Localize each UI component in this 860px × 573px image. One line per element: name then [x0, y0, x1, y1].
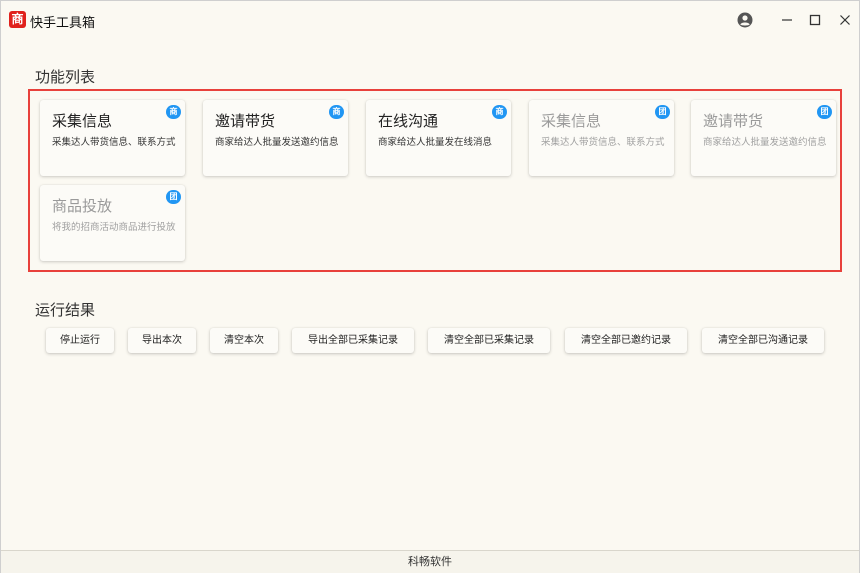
function-list-title: 功能列表 — [35, 68, 96, 86]
card-description: 采集达人带货信息、联系方式 — [541, 137, 665, 148]
stop-run-button[interactable]: 停止运行 — [46, 328, 114, 353]
function-card-online-chat[interactable]: 在线沟通 商家给达人批量发在线消息 商 — [366, 100, 511, 176]
card-description: 采集达人带货信息、联系方式 — [52, 137, 176, 148]
app-title: 快手工具箱 — [30, 16, 96, 31]
function-card-invite-sales[interactable]: 邀请带货 商家给达人批量发送邀约信息 商 — [203, 100, 348, 176]
close-icon[interactable] — [835, 10, 855, 30]
clear-all-invited-button[interactable]: 清空全部已邀约记录 — [565, 328, 687, 353]
card-title: 在线沟通 — [378, 112, 439, 130]
group-badge: 团 — [817, 105, 832, 119]
card-description: 商家给达人批量发送邀约信息 — [215, 137, 339, 148]
merchant-badge: 商 — [329, 105, 344, 119]
function-list-panel: 采集信息 采集达人带货信息、联系方式 商 邀请带货 商家给达人批量发送邀约信息 … — [28, 89, 842, 272]
card-description: 将我的招商活动商品进行投放 — [52, 222, 176, 233]
card-title: 邀请带货 — [215, 112, 276, 130]
card-title: 采集信息 — [52, 112, 113, 130]
group-badge: 团 — [166, 190, 181, 204]
title-bar: 商 快手工具箱 — [1, 1, 859, 39]
function-card-collect-info[interactable]: 采集信息 采集达人带货信息、联系方式 商 — [40, 100, 185, 176]
footer-bar: 科畅软件 — [1, 550, 859, 573]
merchant-badge: 商 — [166, 105, 181, 119]
clear-all-collected-button[interactable]: 清空全部已采集记录 — [428, 328, 550, 353]
function-card-collect-info-group[interactable]: 采集信息 采集达人带货信息、联系方式 团 — [529, 100, 674, 176]
export-current-button[interactable]: 导出本次 — [128, 328, 196, 353]
function-card-invite-sales-group[interactable]: 邀请带货 商家给达人批量发送邀约信息 团 — [691, 100, 836, 176]
clear-all-chatted-button[interactable]: 清空全部已沟通记录 — [702, 328, 824, 353]
merchant-badge: 商 — [492, 105, 507, 119]
clear-current-button[interactable]: 清空本次 — [210, 328, 278, 353]
account-icon[interactable] — [735, 10, 755, 30]
maximize-icon[interactable] — [805, 10, 825, 30]
card-title: 采集信息 — [541, 112, 602, 130]
card-title: 商品投放 — [52, 197, 113, 215]
app-window: 商 快手工具箱 功能列表 采集信息 采集达人带货信息、联系方式 商 邀请带货 商… — [0, 0, 860, 573]
footer-text: 科畅软件 — [408, 555, 452, 568]
group-badge: 团 — [655, 105, 670, 119]
card-description: 商家给达人批量发送邀约信息 — [703, 137, 827, 148]
export-all-collected-button[interactable]: 导出全部已采集记录 — [292, 328, 414, 353]
run-results-title: 运行结果 — [35, 301, 96, 319]
function-card-product-placement[interactable]: 商品投放 将我的招商活动商品进行投放 团 — [40, 185, 185, 261]
card-title: 邀请带货 — [703, 112, 764, 130]
minimize-icon[interactable] — [777, 10, 797, 30]
app-logo-icon: 商 — [9, 11, 26, 28]
card-description: 商家给达人批量发在线消息 — [378, 137, 493, 148]
